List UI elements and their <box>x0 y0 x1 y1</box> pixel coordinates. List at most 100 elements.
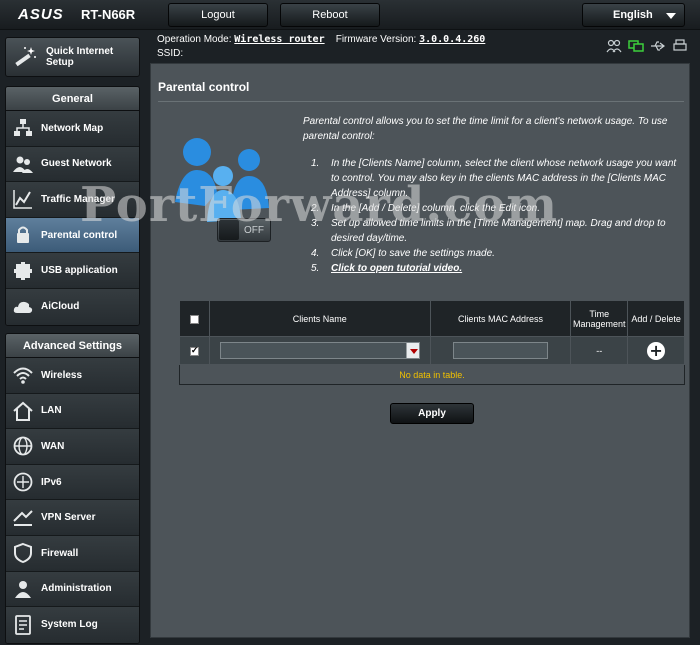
table-row: -- + <box>179 336 685 365</box>
ssid-line: SSID: <box>157 48 183 59</box>
step-text: In the [Clients Name] column, select the… <box>331 158 677 199</box>
sidebar-item-label: IPv6 <box>41 476 62 488</box>
clients-name-header: Clients Name <box>208 300 431 337</box>
chevron-down-icon[interactable] <box>405 343 419 358</box>
ssid-label: SSID: <box>157 48 184 59</box>
sidebar-item-label: Network Map <box>41 122 104 134</box>
sidebar-item-administration[interactable]: Administration <box>6 571 139 608</box>
logout-button[interactable]: Logout <box>168 3 268 27</box>
parental-control-icon <box>17 226 29 244</box>
clients-mac-input[interactable] <box>452 342 548 359</box>
sidebar-item-label: WAN <box>41 440 65 452</box>
network-status-icon[interactable] <box>628 39 644 53</box>
empty-table-message: No data in table. <box>179 364 685 385</box>
parental-control-table: Clients Name Clients MAC Address Time Ma… <box>179 300 685 385</box>
row-checkbox[interactable] <box>189 345 199 356</box>
reboot-button[interactable]: Reboot <box>280 3 380 27</box>
ipv6-icon <box>13 472 33 492</box>
qis-label: Quick Internet Setup <box>46 46 114 68</box>
usb-application-icon <box>14 261 32 280</box>
general-menu: General Network Map Guest Network Traffi… <box>5 86 140 326</box>
language-value: English <box>613 9 653 21</box>
traffic-manager-icon <box>13 190 32 210</box>
sidebar-item-ipv6[interactable]: IPv6 <box>6 464 139 501</box>
quick-internet-setup-button[interactable]: Quick Internet Setup <box>5 37 140 77</box>
list-item: 2. In the [Add / Delete] column, click t… <box>311 201 683 216</box>
sidebar-item-wireless[interactable]: Wireless <box>6 358 139 394</box>
apply-button[interactable]: Apply <box>390 403 474 424</box>
sidebar-item-system-log[interactable]: System Log <box>6 607 139 643</box>
router-model: RT-N66R <box>81 7 136 22</box>
toggle-state-label: OFF <box>244 224 264 236</box>
guest-network-icon <box>13 156 33 173</box>
clients-name-select[interactable] <box>219 342 420 359</box>
step-text: Set up allowed time limits in the [Time … <box>331 218 666 244</box>
table-header-row: Clients Name Clients MAC Address Time Ma… <box>179 300 685 337</box>
step-number: 4. <box>311 248 320 259</box>
sidebar-item-parental-control[interactable]: Parental control <box>6 217 139 254</box>
step-text: Click [OK] to save the settings made. <box>331 248 495 259</box>
firewall-icon <box>14 543 32 564</box>
operation-mode-link[interactable]: Wireless router <box>234 34 324 45</box>
advanced-settings-header: Advanced Settings <box>6 334 139 358</box>
add-delete-cell: + <box>627 336 685 365</box>
status-icons <box>606 39 688 53</box>
page-title: Parental control <box>158 80 250 94</box>
sidebar-item-guest-network[interactable]: Guest Network <box>6 146 139 183</box>
sidebar-item-label: Firewall <box>41 547 79 559</box>
sidebar-item-label: Wireless <box>41 369 83 381</box>
step-number: 2. <box>311 203 320 214</box>
wireless-icon <box>13 367 33 385</box>
list-item: 3. Set up allowed time limits in the [Ti… <box>311 216 683 246</box>
list-item: 1. In the [Clients Name] column, select … <box>311 156 683 201</box>
administration-icon <box>15 580 31 598</box>
sidebar-item-vpn-server[interactable]: VPN Server <box>6 500 139 536</box>
sidebar-item-label: Traffic Manager <box>41 193 115 205</box>
instructions-list: 1. In the [Clients Name] column, select … <box>311 156 683 276</box>
select-all-header <box>179 300 210 337</box>
language-select[interactable]: English <box>582 3 685 27</box>
sidebar-item-network-map[interactable]: Network Map <box>6 111 139 147</box>
sidebar-item-label: VPN Server <box>41 512 96 524</box>
lan-icon <box>13 401 33 421</box>
select-all-checkbox[interactable] <box>189 314 199 324</box>
parental-control-toggle[interactable]: OFF <box>217 218 271 242</box>
list-item: 4. Click [OK] to save the settings made. <box>311 246 683 261</box>
network-map-icon <box>14 119 32 137</box>
system-log-icon <box>15 615 31 635</box>
add-delete-header: Add / Delete <box>627 300 685 337</box>
chevron-down-icon <box>666 13 676 19</box>
tutorial-video-link[interactable]: Click to open tutorial video. <box>331 261 462 276</box>
aicloud-icon <box>13 301 33 313</box>
operation-mode-label: Operation Mode: <box>157 34 232 45</box>
sidebar-item-label: AiCloud <box>41 301 80 313</box>
sidebar-item-firewall[interactable]: Firewall <box>6 535 139 572</box>
vpn-server-icon <box>13 509 33 526</box>
step-number: 3. <box>311 218 320 229</box>
add-icon[interactable]: + <box>647 341 666 360</box>
sidebar-item-lan[interactable]: LAN <box>6 393 139 430</box>
sidebar-item-label: Parental control <box>41 229 118 241</box>
usb-icon[interactable] <box>650 39 666 53</box>
clients-name-cell <box>208 336 431 365</box>
list-item: 5. Click to open tutorial video. <box>311 261 683 276</box>
sidebar-item-wan[interactable]: WAN <box>6 429 139 465</box>
sidebar-item-aicloud[interactable]: AiCloud <box>6 288 139 325</box>
step-text: In the [Add / Delete] column, click the … <box>331 203 540 214</box>
clients-mac-header: Clients MAC Address <box>429 300 572 337</box>
step-number: 1. <box>311 158 320 169</box>
time-management-header: Time Management <box>570 300 629 337</box>
sidebar-item-label: USB application <box>41 265 118 277</box>
sidebar-item-traffic-manager[interactable]: Traffic Manager <box>6 182 139 218</box>
firmware-version-link[interactable]: 3.0.0.4.260 <box>419 34 485 45</box>
magic-wand-icon <box>15 47 36 67</box>
sidebar-item-usb-application[interactable]: USB application <box>6 253 139 289</box>
top-bar: ASUS RT-N66R Logout Reboot English <box>0 0 700 30</box>
clients-mac-cell <box>429 336 572 365</box>
clients-icon[interactable] <box>606 39 622 53</box>
intro-text: Parental control allows you to set the t… <box>303 116 668 142</box>
toggle-knob <box>219 220 239 240</box>
sidebar-item-label: System Log <box>41 619 98 631</box>
wan-icon <box>13 437 33 456</box>
printer-icon[interactable] <box>672 39 688 53</box>
